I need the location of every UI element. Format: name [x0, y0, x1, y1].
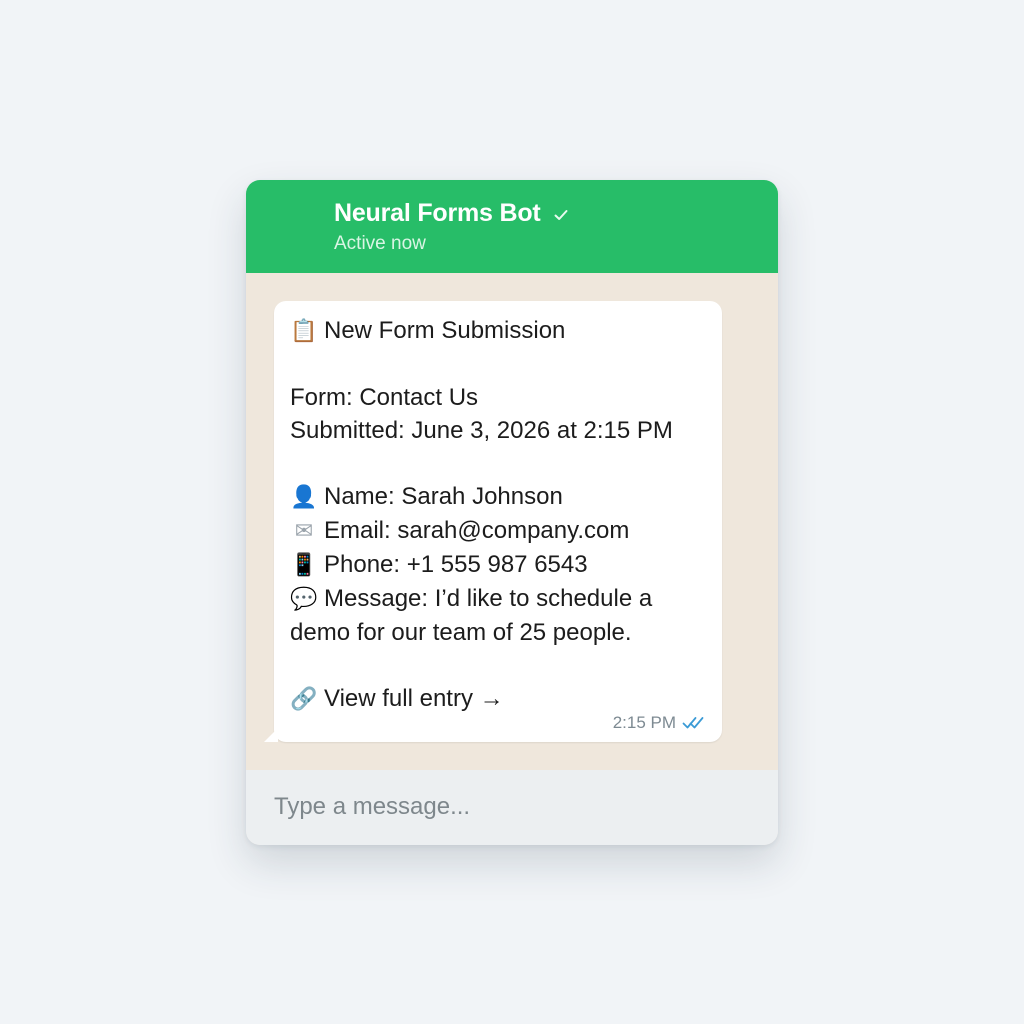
speech-bubble-icon: 💬	[290, 587, 318, 612]
email-text: Email: sarah@company.com	[324, 517, 630, 544]
form-line: Form: Contact Us	[290, 384, 479, 411]
message-bubble[interactable]: 📋 New Form Submission Form: Contact Us Su…	[264, 301, 722, 742]
phone-icon: 📱	[290, 553, 318, 578]
bot-name: Neural Forms Bot	[334, 199, 541, 227]
message-text-1: Message: I’d like to schedule a	[324, 585, 653, 612]
submission-title: New Form Submission	[324, 317, 566, 344]
message-line-continued: demo for our team of 25 people.	[290, 619, 632, 646]
bubble-tail	[264, 728, 278, 742]
name-line: 👤 Name: Sarah Johnson	[290, 480, 720, 514]
chat-header: Neural Forms Bot Active now	[246, 180, 778, 273]
link-line: 🔗 View full entry →	[290, 682, 720, 716]
phone-text: Phone: +1 555 987 6543	[324, 551, 588, 578]
message-body: 📋 New Form Submission Form: Contact Us Su…	[290, 314, 720, 716]
person-icon: 👤	[290, 485, 318, 510]
message-meta: 2:15 PM	[613, 713, 708, 733]
chat-window: Neural Forms Bot Active now 📋 New Form Su…	[246, 180, 778, 845]
phone-line: 📱 Phone: +1 555 987 6543	[290, 548, 720, 582]
messages-area[interactable]: 📋 New Form Submission Form: Contact Us Su…	[246, 273, 778, 770]
double-check-icon	[682, 717, 704, 729]
checkmark-icon	[554, 209, 568, 220]
submission-title-line: 📋 New Form Submission	[290, 314, 720, 348]
submitted-line: Submitted: June 3, 2026 at 2:15 PM	[290, 417, 673, 444]
message-time: 2:15 PM	[612, 713, 676, 732]
envelope-icon: ✉	[294, 519, 314, 544]
bot-status: Active now	[334, 233, 426, 254]
composer	[246, 770, 778, 845]
email-line: ✉ Email: sarah@company.com	[290, 514, 720, 548]
name-text: Name: Sarah Johnson	[324, 483, 563, 510]
bot-name-row: Neural Forms Bot	[334, 199, 569, 228]
clipboard-icon: 📋	[290, 319, 318, 344]
view-full-entry-link[interactable]: View full entry →	[324, 685, 504, 712]
link-icon: 🔗	[290, 687, 318, 712]
message-line: 💬 Message: I’d like to schedule a	[290, 582, 720, 616]
message-input[interactable]	[260, 782, 760, 832]
